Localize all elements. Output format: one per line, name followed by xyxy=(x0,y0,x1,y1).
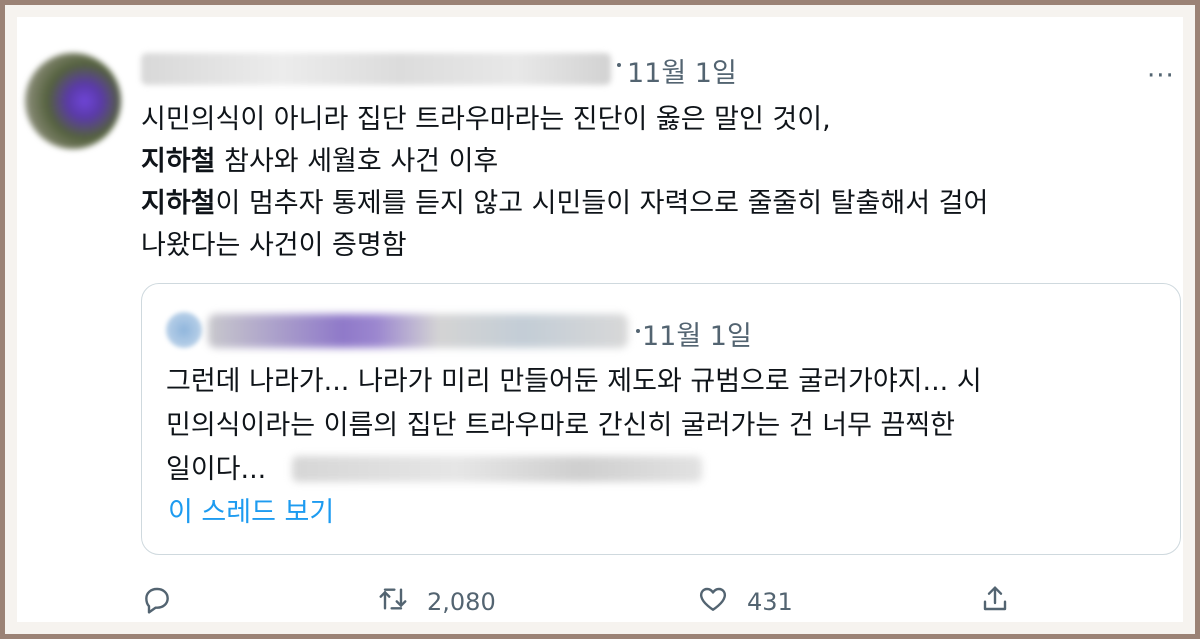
tweet-text: 시민의식이 아니라 집단 트라우마라는 진단이 옳은 말인 것이, 지하철 참사와… xyxy=(141,99,1171,267)
share-button[interactable] xyxy=(979,583,1011,621)
separator-dot xyxy=(636,329,640,333)
like-count: 431 xyxy=(747,588,793,616)
retweet-icon xyxy=(377,583,409,621)
quoted-tweet-date[interactable]: 11월 1일 xyxy=(642,314,752,353)
heart-icon xyxy=(697,583,729,621)
share-icon xyxy=(979,583,1011,621)
tweet-text-line: 지하철이 멈추자 통제를 듣지 않고 시민들이 자력으로 줄줄히 탈출해서 걸어 xyxy=(141,183,1171,225)
retweet-button[interactable]: 2,080 xyxy=(377,583,496,621)
quoted-tweet[interactable]: 11월 1일 그런데 나라가... 나라가 미리 만들어둔 제도와 규범으로 굴… xyxy=(141,283,1181,555)
tweet-text-run: 참사와 세월호 사건 이후 xyxy=(215,146,499,177)
reply-icon xyxy=(141,583,173,621)
highlighted-keyword: 지하철 xyxy=(141,188,216,219)
tweet-text-line: 나왔다는 사건이 증명함 xyxy=(141,225,1171,267)
redacted-text-blur xyxy=(292,456,702,482)
tweet-text-run: 나왔다는 사건이 증명함 xyxy=(141,230,407,261)
quoted-text-line: 그런데 나라가... 나라가 미리 만들어둔 제도와 규범으로 굴러가야지...… xyxy=(166,366,982,397)
quoted-author-name-blurred xyxy=(208,314,628,348)
highlighted-keyword: 지하철 xyxy=(141,146,216,177)
quoted-text-line: 민의식이라는 이름의 집단 트라우마로 간신히 굴러가는 건 너무 끔찍한 xyxy=(166,410,956,441)
reply-button[interactable] xyxy=(141,583,173,621)
quoted-avatar[interactable] xyxy=(166,312,202,348)
tweet-text-line: 시민의식이 아니라 집단 트라우마라는 진단이 옳은 말인 것이, xyxy=(141,99,1171,141)
tweet-text-run: 이 멈추자 통제를 듣지 않고 시민들이 자력으로 줄줄히 탈출해서 걸어 xyxy=(215,188,989,219)
author-name-blurred xyxy=(141,53,611,85)
tweet-text-run: 시민의식이 아니라 집단 트라우마라는 진단이 옳은 말인 것이, xyxy=(141,104,831,135)
more-options-icon[interactable]: ··· xyxy=(1147,63,1175,89)
tweet-date[interactable]: 11월 1일 xyxy=(627,51,737,90)
tweet-card[interactable]: 11월 1일 ··· 시민의식이 아니라 집단 트라우마라는 진단이 옳은 말인… xyxy=(17,17,1183,622)
separator-dot xyxy=(617,63,621,67)
like-button[interactable]: 431 xyxy=(697,583,793,621)
avatar[interactable] xyxy=(25,53,121,149)
tweet-actions: 2,080 431 xyxy=(141,583,1181,623)
tweet-text-line: 지하철 참사와 세월호 사건 이후 xyxy=(141,141,1171,183)
show-thread-link[interactable]: 이 스레드 보기 xyxy=(168,490,334,529)
retweet-count: 2,080 xyxy=(427,588,496,616)
screenshot-frame: 11월 1일 ··· 시민의식이 아니라 집단 트라우마라는 진단이 옳은 말인… xyxy=(5,5,1195,634)
